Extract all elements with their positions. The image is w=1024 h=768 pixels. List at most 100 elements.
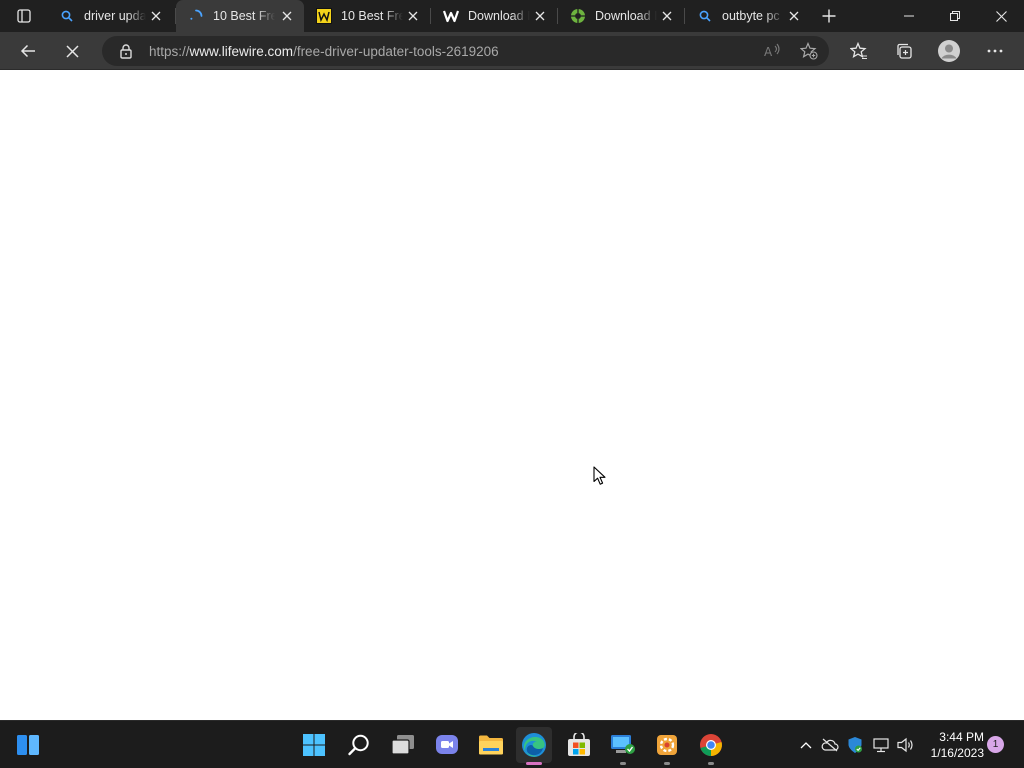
- speaker-icon: [897, 737, 913, 753]
- settings-app-icon: [657, 735, 677, 755]
- star-add-icon: [800, 42, 818, 60]
- close-icon: [995, 10, 1007, 22]
- close-tab-icon[interactable]: [659, 8, 675, 24]
- widgets-button[interactable]: [10, 727, 46, 763]
- notification-badge[interactable]: 1: [987, 736, 1004, 753]
- restore-button[interactable]: [932, 0, 978, 32]
- tab-title: driver updat: [84, 9, 146, 23]
- security-tray-button[interactable]: [845, 735, 865, 755]
- tab-actions-icon: [17, 9, 31, 23]
- clock-date: 1/16/2023: [930, 746, 984, 760]
- clock-button[interactable]: 3:44 PM 1/16/2023: [926, 729, 984, 761]
- tab-driver-updater-search[interactable]: driver updat: [47, 0, 173, 32]
- new-tab-button[interactable]: [815, 4, 843, 28]
- file-explorer-icon: [479, 735, 503, 755]
- close-tab-icon[interactable]: [279, 8, 295, 24]
- tab-10-best-free-lifewire[interactable]: 10 Best Free: [304, 0, 430, 32]
- search-icon: [59, 8, 75, 24]
- taskbar: 3:44 PM 1/16/2023: [0, 720, 1024, 768]
- search-icon: [697, 8, 713, 24]
- minimize-button[interactable]: [886, 0, 932, 32]
- tab-outbyte-search[interactable]: outbyte pc: [685, 0, 811, 32]
- green-logo-icon: [570, 8, 586, 24]
- add-favorite-button[interactable]: [796, 39, 822, 63]
- task-view-button[interactable]: [385, 727, 421, 763]
- onedrive-tray-button[interactable]: [820, 735, 840, 755]
- close-tab-icon[interactable]: [405, 8, 421, 24]
- browser-toolbar: https://www.lifewire.com/free-driver-upd…: [0, 32, 1024, 70]
- url-domain: www.lifewire.com: [189, 44, 294, 59]
- close-tab-icon[interactable]: [786, 8, 802, 24]
- network-tray-button[interactable]: [871, 735, 891, 755]
- back-arrow-icon: [20, 44, 35, 58]
- page-content-loading[interactable]: [0, 71, 1024, 720]
- settings-app-button[interactable]: [649, 727, 685, 765]
- taskbar-search-button[interactable]: [341, 727, 377, 763]
- teams-chat-button[interactable]: [429, 727, 465, 763]
- tab-title: Download I: [468, 9, 530, 23]
- settings-more-button[interactable]: [980, 37, 1010, 65]
- tab-10-best-free-active[interactable]: 10 Best Free: [176, 0, 304, 32]
- show-hidden-icons-button[interactable]: [796, 735, 816, 755]
- favorites-icon: [850, 42, 867, 60]
- tab-strip: driver updat 10 Best Free 10 Best Free D…: [0, 0, 1024, 32]
- start-icon: [303, 734, 325, 756]
- start-button[interactable]: [296, 727, 332, 763]
- tab-download-green[interactable]: Download I: [558, 0, 684, 32]
- minimize-icon: [904, 15, 914, 17]
- lock-icon[interactable]: [118, 43, 134, 59]
- close-tab-icon[interactable]: [148, 8, 164, 24]
- file-explorer-button[interactable]: [473, 727, 509, 763]
- w-logo-icon: [443, 8, 459, 24]
- edge-icon: [522, 733, 546, 757]
- running-app-indicator: [664, 762, 670, 765]
- read-aloud-icon: A: [764, 43, 780, 59]
- collections-button[interactable]: [889, 37, 919, 65]
- more-dots-icon: [987, 49, 1003, 53]
- mouse-cursor-icon: [593, 466, 606, 485]
- chevron-up-icon: [800, 742, 812, 749]
- favorites-button[interactable]: [844, 37, 874, 65]
- clock-time: 3:44 PM: [939, 730, 984, 744]
- store-button[interactable]: [561, 727, 597, 763]
- url-text[interactable]: https://www.lifewire.com/free-driver-upd…: [149, 44, 499, 59]
- close-tab-icon[interactable]: [532, 8, 548, 24]
- network-icon: [873, 738, 889, 753]
- url-prefix: https://: [149, 44, 190, 59]
- network-app-icon: [611, 735, 635, 754]
- tab-title: outbyte pc: [722, 9, 780, 23]
- stop-loading-button[interactable]: [57, 37, 87, 65]
- close-window-button[interactable]: [978, 0, 1024, 32]
- volume-tray-button[interactable]: [896, 735, 916, 755]
- lifewire-logo-icon: [316, 8, 332, 24]
- tab-actions-button[interactable]: [6, 4, 42, 28]
- chrome-button[interactable]: [693, 727, 729, 765]
- profile-button[interactable]: [934, 37, 964, 65]
- svg-text:A: A: [764, 45, 773, 59]
- edge-taskbar-button[interactable]: [516, 727, 552, 765]
- plus-icon: [822, 9, 836, 23]
- collections-icon: [897, 43, 912, 59]
- task-view-icon: [391, 735, 414, 755]
- loading-spinner-icon: [188, 8, 204, 24]
- widgets-icon: [17, 735, 39, 755]
- address-bar[interactable]: https://www.lifewire.com/free-driver-upd…: [102, 36, 829, 66]
- stop-x-icon: [65, 44, 79, 58]
- read-aloud-button[interactable]: A: [760, 39, 786, 63]
- tab-title: 10 Best Free: [213, 9, 275, 23]
- shield-check-icon: [848, 737, 862, 753]
- url-path: /free-driver-updater-tools-2619206: [293, 44, 499, 59]
- back-button[interactable]: [13, 37, 43, 65]
- tab-title: Download I: [595, 9, 657, 23]
- network-app-button[interactable]: [605, 727, 641, 765]
- search-icon: [348, 734, 369, 756]
- avatar-icon: [938, 40, 960, 62]
- cloud-offline-icon: [821, 738, 839, 752]
- active-app-indicator: [526, 762, 542, 765]
- running-app-indicator: [708, 762, 714, 765]
- tab-title: 10 Best Free: [341, 9, 403, 23]
- store-icon: [568, 733, 590, 756]
- restore-icon: [950, 11, 960, 21]
- teams-chat-icon: [436, 735, 458, 754]
- tab-download-w[interactable]: Download I: [431, 0, 557, 32]
